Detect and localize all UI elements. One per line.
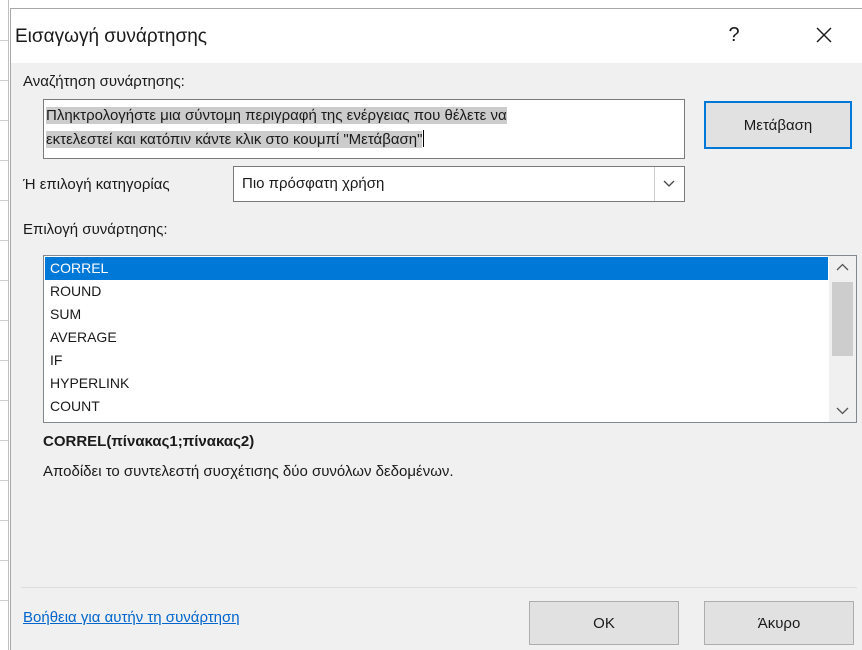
sheet-row-divider: [0, 120, 8, 121]
sheet-row-divider: [0, 320, 8, 321]
search-text-line2: εκτελεστεί και κατόπιν κάντε κλικ στο κο…: [46, 131, 423, 148]
sheet-row-divider: [0, 600, 8, 601]
category-selected-value: Πιο πρόσφατη χρήση: [242, 175, 385, 192]
search-input-text: Πληκτρολογήστε μια σύντομη περιγραφή της…: [46, 104, 646, 152]
sheet-row-divider: [0, 80, 8, 81]
cancel-button[interactable]: Άκυρο: [704, 601, 854, 645]
function-description: Αποδίδει το συντελεστή συσχέτισης δύο συ…: [43, 463, 454, 480]
help-link[interactable]: Βοήθεια για αυτήν τη συνάρτηση: [23, 609, 240, 626]
close-icon: [816, 27, 832, 43]
list-item-sum[interactable]: SUM: [45, 303, 828, 326]
sheet-row-divider: [0, 480, 8, 481]
sheet-row-divider: [0, 280, 8, 281]
list-scrollbar[interactable]: [829, 256, 856, 422]
chevron-up-icon: [836, 263, 849, 271]
category-label: Ή επιλογή κατηγορίας: [23, 176, 170, 193]
help-button[interactable]: ?: [711, 15, 757, 55]
search-label-text: Αναζήτηση συνάρτησης:: [23, 73, 185, 90]
list-item-hyperlink[interactable]: HYPERLINK: [45, 372, 828, 395]
function-list-label: Επιλογή συνάρτησης:: [23, 221, 168, 238]
sheet-gridline: [8, 0, 9, 650]
text-caret: [423, 130, 425, 147]
sheet-row-divider: [0, 240, 8, 241]
dialog-title: Εισαγωγή συνάρτησης: [15, 26, 207, 47]
sheet-row-divider: [0, 40, 8, 41]
function-signature: CORREL(πίνακας1;πίνακας2): [43, 433, 255, 450]
chevron-down-icon: [663, 180, 675, 187]
list-item-round[interactable]: ROUND: [45, 280, 828, 303]
title-bar: Εισαγωγή συνάρτησης ?: [11, 9, 862, 63]
category-select[interactable]: Πιο πρόσφατη χρήση: [233, 166, 685, 202]
scroll-thumb[interactable]: [832, 282, 853, 356]
sheet-row-divider: [0, 200, 8, 201]
sheet-row-divider: [0, 400, 8, 401]
list-item-average[interactable]: AVERAGE: [45, 326, 828, 349]
scroll-down-button[interactable]: [829, 400, 856, 422]
chevron-down-icon: [836, 407, 849, 415]
search-input[interactable]: Πληκτρολογήστε μια σύντομη περιγραφή της…: [43, 99, 685, 159]
list-item-correl[interactable]: CORREL: [45, 257, 828, 280]
sheet-row-divider: [0, 560, 8, 561]
footer-divider: [21, 587, 857, 588]
search-text-line1: Πληκτρολογήστε μια σύντομη περιγραφή της…: [46, 107, 507, 124]
scroll-up-button[interactable]: [829, 256, 856, 278]
sheet-row-divider: [0, 360, 8, 361]
close-button[interactable]: [801, 15, 847, 55]
category-dropdown-button[interactable]: [654, 167, 684, 201]
insert-function-dialog: Εισαγωγή συνάρτησης ? Αναζήτηση συνάρτησ…: [10, 8, 862, 650]
sheet-row-divider: [0, 520, 8, 521]
sheet-row-divider: [0, 440, 8, 441]
list-item-count[interactable]: COUNT: [45, 395, 828, 418]
ok-button[interactable]: OK: [529, 601, 679, 645]
go-button[interactable]: Μετάβαση: [704, 101, 852, 149]
sheet-row-divider: [0, 160, 8, 161]
list-item-if[interactable]: IF: [45, 349, 828, 372]
function-list[interactable]: CORREL ROUND SUM AVERAGE IF HYPERLINK CO…: [43, 255, 857, 423]
search-label: Αναζήτηση συνάρτησης:: [23, 73, 185, 90]
